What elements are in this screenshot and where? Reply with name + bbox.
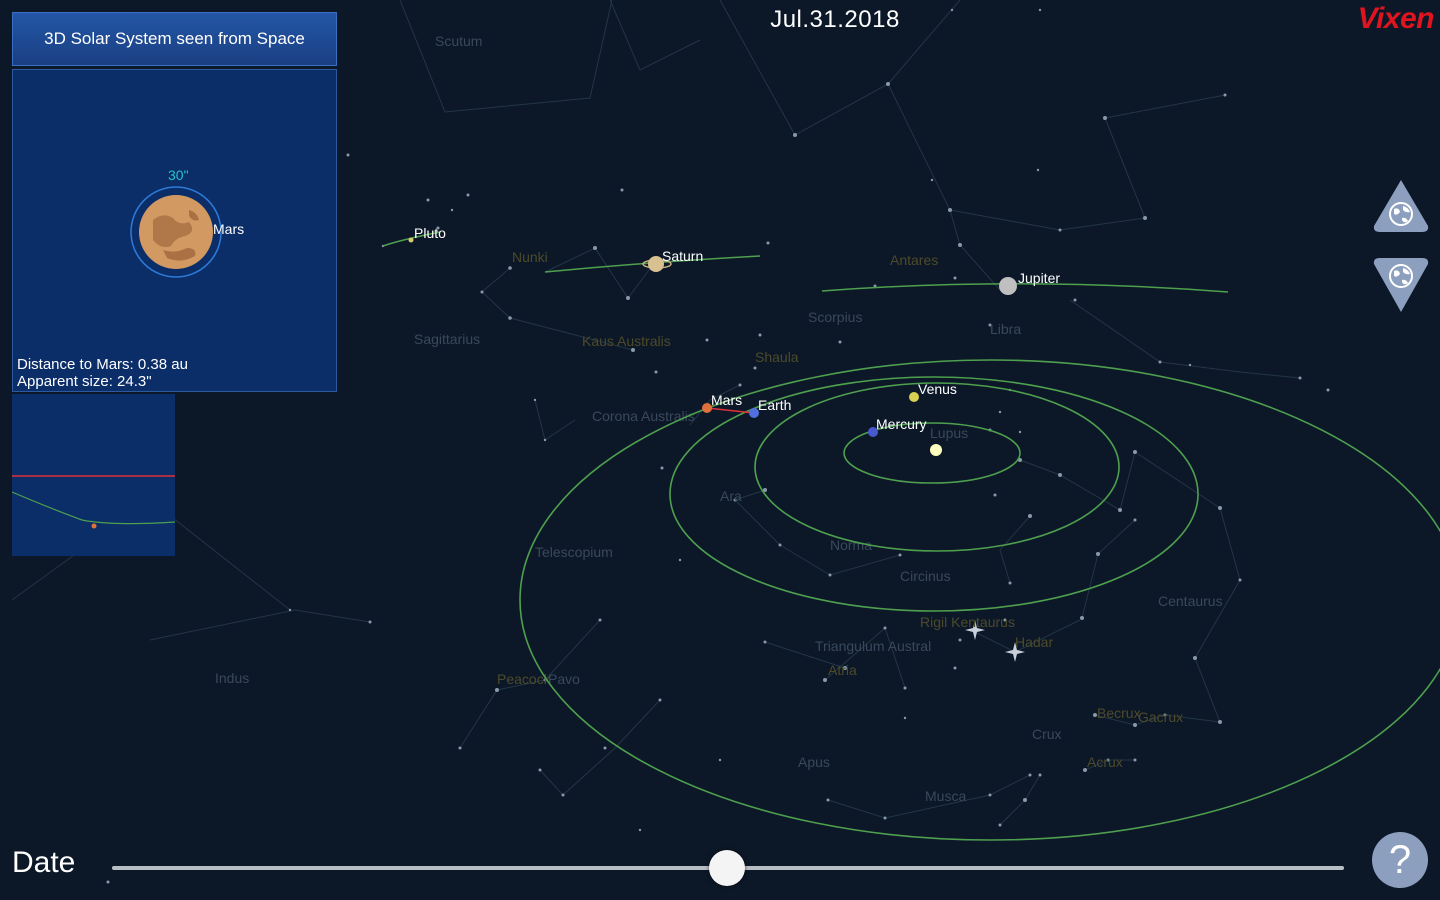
constellation-label: Scorpius [808, 309, 862, 325]
constellation-label: Telescopium [535, 544, 613, 560]
view-mode-button[interactable]: 3D Solar System seen from Space [12, 12, 337, 66]
constellation-label: Rigil Kentaurus [920, 614, 1015, 630]
constellation-label: Circinus [900, 568, 951, 584]
constellation-label: Antares [890, 252, 938, 268]
constellation-label: Becrux [1097, 705, 1141, 721]
earth-mars-line [706, 407, 755, 414]
constellation-labels: Scutum Nunki Antares Scorpius Libra Sagi… [215, 33, 1223, 804]
zoom-in-button[interactable] [1372, 176, 1430, 234]
jupiter-label: Jupiter [1018, 270, 1060, 286]
constellation-label: Ara [720, 488, 742, 504]
side-view-graphic [11, 475, 176, 529]
constellation-label: Scutum [435, 33, 482, 49]
constellation-label: Crux [1032, 726, 1062, 742]
planet-detail-panel: 30" Mars Distance to Mars: 0.38 au Appar… [12, 69, 337, 392]
mars-orbit [519, 359, 1440, 841]
constellation-label: Centaurus [1158, 593, 1223, 609]
constellation-label: Libra [990, 321, 1021, 337]
zoom-out-button[interactable] [1372, 256, 1430, 314]
mars-dot [91, 523, 97, 529]
constellation-label: Pavo [548, 671, 580, 687]
constellation-label: Acrux [1087, 754, 1123, 770]
help-button[interactable]: ? [1372, 832, 1428, 888]
constellation-label: Sagittarius [414, 331, 480, 347]
constellation-label: Shaula [755, 349, 799, 365]
mars-view: 30" Mars [130, 167, 244, 278]
constellation-label: Corona Australis [592, 408, 695, 424]
apparent-size-text: Apparent size: 24.3" [17, 373, 152, 390]
globe-down-icon [1373, 258, 1429, 312]
globe-up-icon [1373, 180, 1429, 232]
constellation-label: Kaus Australis [582, 333, 671, 349]
distance-text: Distance to Mars: 0.38 au [17, 356, 188, 373]
jupiter-marker[interactable] [999, 277, 1017, 295]
date-slider-thumb[interactable] [709, 850, 745, 886]
pluto-label: Pluto [414, 225, 446, 241]
venus-orbit [754, 382, 1120, 552]
constellation-label: Gacrux [1138, 709, 1183, 725]
inner-orbits [519, 359, 1440, 841]
constellation-label: Apus [798, 754, 830, 770]
mars-label: Mars [711, 392, 742, 408]
constellation-label: Hadar [1015, 634, 1053, 650]
scale-label: 30" [168, 167, 189, 183]
constellation-label: Peacock [497, 671, 552, 687]
venus-label: Venus [918, 381, 957, 397]
sun[interactable] [930, 444, 942, 456]
orbit-path [11, 491, 176, 525]
current-date: Jul.31.2018 [770, 6, 900, 33]
mercury-label: Mercury [876, 416, 927, 432]
pluto-marker[interactable] [408, 237, 414, 243]
target-label: Mars [213, 221, 244, 237]
brand-logo: Vixen [1357, 2, 1435, 35]
constellation-label: Musca [925, 788, 966, 804]
saturn-label: Saturn [662, 248, 703, 264]
date-label: Date [12, 846, 76, 879]
constellation-label: Triangulum Austral [815, 638, 931, 654]
constellation-label: Lupus [930, 425, 968, 441]
constellation-label: Atria [828, 662, 857, 678]
orbit-side-view [11, 394, 176, 556]
constellation-label: Nunki [512, 249, 548, 265]
constellation-label: Indus [215, 670, 249, 686]
earth-label: Earth [758, 397, 791, 413]
outer-orbits [382, 231, 1229, 293]
